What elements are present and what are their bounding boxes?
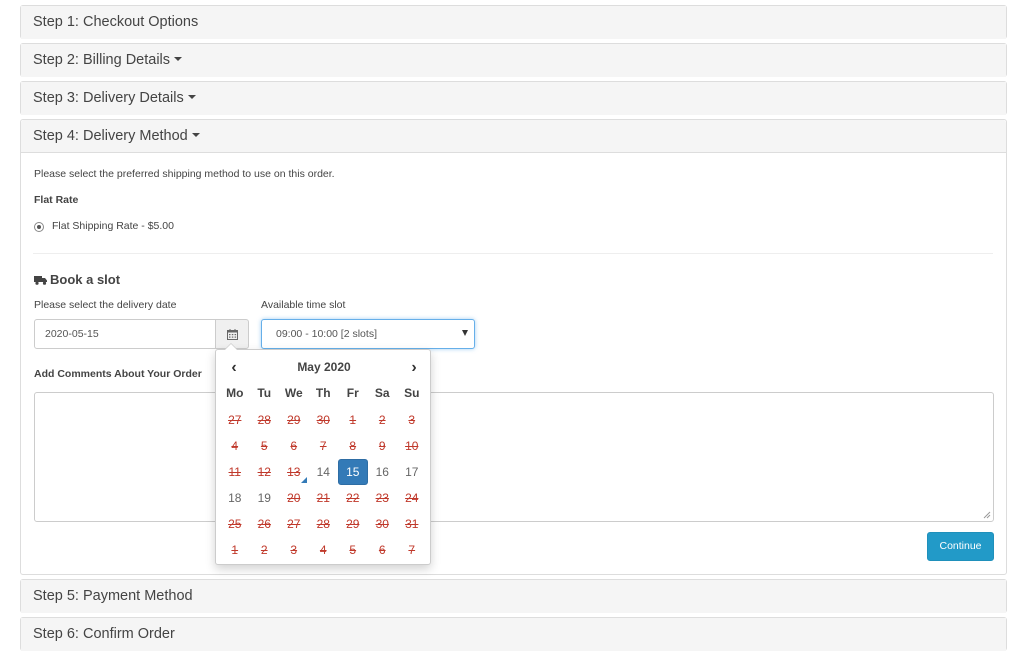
prev-month-icon[interactable]: ‹	[220, 358, 248, 380]
step-4-panel: Step 4: Delivery Method Please select th…	[20, 119, 1007, 575]
selected-day[interactable]: 15	[338, 459, 368, 485]
shipping-method-heading: Flat Rate	[34, 194, 79, 206]
calendar-day: 30	[375, 517, 389, 531]
weekday-header: Su	[404, 386, 420, 400]
calendar-day: 7	[319, 439, 327, 453]
calendar-day: 30	[316, 413, 330, 427]
weekday-header: Sa	[374, 386, 390, 400]
step-2-heading[interactable]: Step 2: Billing Details	[21, 44, 1006, 77]
calendar-day: 28	[316, 517, 330, 531]
caret-down-icon	[187, 95, 196, 100]
step-1-panel[interactable]: Step 1: Checkout Options	[20, 5, 1007, 39]
calendar-day[interactable]: 14	[309, 459, 339, 485]
calendar-day: 3	[408, 413, 416, 427]
calendar-day: 2	[260, 543, 268, 557]
continue-button[interactable]: Continue	[927, 532, 994, 561]
step-2-panel[interactable]: Step 2: Billing Details	[20, 43, 1007, 77]
calendar-day: 11	[228, 465, 241, 479]
step-6-label[interactable]: Step 6: Confirm Order	[33, 626, 175, 642]
calendar-day: 8	[349, 439, 357, 453]
calendar-day: 10	[405, 439, 419, 453]
calendar-day: 4	[231, 439, 239, 453]
calendar-day: 27	[228, 413, 242, 427]
step-4-heading[interactable]: Step 4: Delivery Method	[21, 120, 1006, 153]
calendar-day[interactable]: 16	[368, 459, 398, 485]
calendar-day[interactable]: 18	[220, 485, 250, 511]
calendar-day: 1	[349, 413, 357, 427]
calendar-day: 29	[346, 517, 360, 531]
weekday-header: Mo	[226, 386, 244, 400]
comments-label: Add Comments About Your Order	[34, 368, 202, 380]
caret-down-icon	[191, 133, 200, 138]
calendar-day: 6	[378, 543, 386, 557]
calendar-icon	[226, 328, 238, 340]
datepicker-header: ‹ May 2020 ›	[220, 356, 428, 380]
datepicker-month-title[interactable]: May 2020	[250, 360, 398, 374]
calendar-day: 13	[279, 459, 309, 485]
calendar-day: 25	[228, 517, 242, 531]
book-slot-label: Book a slot	[50, 272, 121, 287]
step-6-heading[interactable]: Step 6: Confirm Order	[21, 618, 1006, 651]
calendar-day: 20	[287, 491, 301, 505]
calendar-day: 24	[405, 491, 419, 505]
calendar-day: 1	[231, 543, 239, 557]
step-1-heading[interactable]: Step 1: Checkout Options	[21, 6, 1006, 39]
flat-rate-radio[interactable]	[34, 222, 44, 232]
calendar-day: 26	[257, 517, 271, 531]
next-month-icon[interactable]: ›	[400, 358, 428, 380]
calendar-day: 29	[287, 413, 301, 427]
weekday-header: Th	[315, 386, 331, 400]
step-5-label[interactable]: Step 5: Payment Method	[33, 588, 193, 604]
step-3-label[interactable]: Step 3: Delivery Details	[33, 90, 184, 106]
time-slot-value: 09:00 - 10:00 [2 slots]	[276, 328, 377, 340]
calendar-day: 28	[257, 413, 271, 427]
divider	[33, 253, 993, 254]
calendar-day: 27	[287, 517, 301, 531]
step-1-label[interactable]: Step 1: Checkout Options	[33, 14, 198, 30]
time-slot-select[interactable]: 09:00 - 10:00 [2 slots]	[261, 319, 475, 349]
step-4-label[interactable]: Step 4: Delivery Method	[33, 128, 188, 144]
weekday-header: We	[284, 386, 303, 400]
step-3-heading[interactable]: Step 3: Delivery Details	[21, 82, 1006, 115]
step-5-panel[interactable]: Step 5: Payment Method	[20, 579, 1007, 613]
calendar-day: 6	[290, 439, 298, 453]
book-slot-heading: Book a slot	[34, 272, 120, 287]
step-2-label[interactable]: Step 2: Billing Details	[33, 52, 170, 68]
step-3-panel[interactable]: Step 3: Delivery Details	[20, 81, 1007, 115]
datepicker-popup: ‹ May 2020 › Mo Tu We Th Fr Sa Su 27 28 29 30 1 2 3 4 5…	[215, 343, 431, 565]
step-5-heading[interactable]: Step 5: Payment Method	[21, 580, 1006, 613]
dropdown-arrow-icon	[462, 330, 468, 336]
calendar-day: 9	[378, 439, 386, 453]
calendar-day: 5	[349, 543, 357, 557]
step-6-panel[interactable]: Step 6: Confirm Order	[20, 617, 1007, 651]
calendar-day: 22	[346, 491, 360, 505]
weekday-header: Tu	[257, 386, 272, 400]
calendar-day: 12	[257, 465, 271, 479]
calendar-day[interactable]: 19	[250, 485, 280, 511]
calendar-day: 5	[260, 439, 268, 453]
flat-rate-option-label[interactable]: Flat Shipping Rate - $5.00	[52, 220, 174, 232]
calendar-day: 21	[316, 491, 330, 505]
datepicker-grid: Mo Tu We Th Fr Sa Su 27 28 29 30 1 2 3 4 5 6 7 8 9 10 11 12 13 1…	[220, 381, 427, 563]
calendar-day: 31	[405, 517, 419, 531]
calendar-day: 3	[290, 543, 298, 557]
resize-handle-icon[interactable]	[983, 511, 991, 519]
slot-field-label: Available time slot	[261, 299, 346, 311]
delivery-date-input[interactable]: 2020-05-15	[34, 319, 216, 349]
calendar-day: 4	[319, 543, 327, 557]
calendar-day[interactable]: 17	[397, 459, 427, 485]
calendar-day: 7	[408, 543, 416, 557]
truck-icon	[34, 276, 47, 285]
weekday-header: Fr	[346, 386, 359, 400]
date-field-label: Please select the delivery date	[34, 299, 177, 311]
calendar-day: 2	[378, 413, 386, 427]
shipping-intro-text: Please select the preferred shipping met…	[34, 168, 335, 180]
comments-textarea[interactable]	[34, 392, 994, 522]
caret-down-icon	[174, 57, 183, 62]
calendar-day: 23	[375, 491, 389, 505]
